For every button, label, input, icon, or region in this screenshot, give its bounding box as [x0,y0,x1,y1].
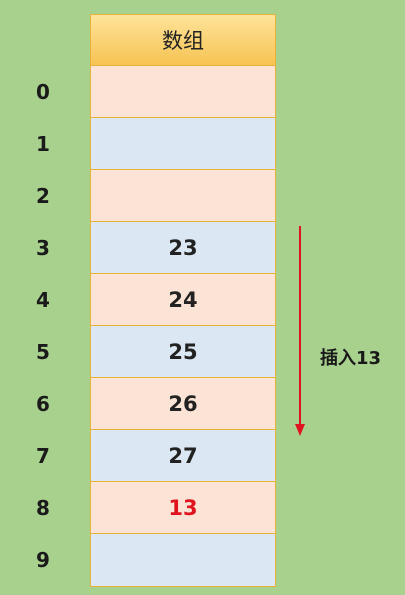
index-label-1: 1 [36,132,50,156]
down-arrow-icon [295,226,305,436]
array-cell-8-inserted: 13 [91,482,275,534]
array-cell-5: 25 [91,326,275,378]
index-label-9: 9 [36,548,50,572]
array-cell-3: 23 [91,222,275,274]
array-header: 数组 [91,15,275,66]
index-label-2: 2 [36,184,50,208]
index-label-8: 8 [36,496,50,520]
array-cell-1 [91,118,275,170]
array-cell-2 [91,170,275,222]
array-cell-0 [91,66,275,118]
index-label-6: 6 [36,392,50,416]
index-label-3: 3 [36,236,50,260]
array-table: 数组 23 24 25 26 27 13 [90,14,276,587]
array-cell-7: 27 [91,430,275,482]
index-label-4: 4 [36,288,50,312]
insert-annotation: 插入13 [320,348,382,369]
index-label-0: 0 [36,80,50,104]
array-cell-4: 24 [91,274,275,326]
array-cell-6: 26 [91,378,275,430]
array-cell-9 [91,534,275,586]
index-label-7: 7 [36,444,50,468]
index-label-5: 5 [36,340,50,364]
